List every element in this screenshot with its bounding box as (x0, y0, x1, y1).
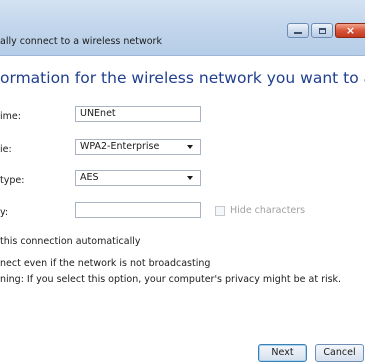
close-button[interactable]: × (335, 23, 365, 38)
maximize-button[interactable] (311, 23, 333, 38)
hide-characters-checkbox[interactable] (215, 205, 225, 216)
encryption-type-label: type: (0, 175, 25, 186)
minimize-button[interactable] (287, 23, 309, 38)
privacy-warning-text: ning: If you select this option, your co… (0, 274, 342, 285)
minimize-icon (294, 32, 302, 34)
start-automatically-option[interactable]: this connection automatically (0, 236, 140, 247)
security-type-select[interactable]: WPA2-Enterprise (75, 139, 201, 155)
cancel-button[interactable]: Cancel (315, 344, 364, 362)
security-type-value: WPA2-Enterprise (80, 141, 160, 152)
chevron-down-icon (187, 176, 193, 180)
encryption-type-value: AES (80, 172, 99, 183)
page-heading: ormation for the wireless network you wa… (0, 69, 365, 87)
wireless-network-dialog: ally connect to a wireless network × orm… (0, 0, 365, 363)
maximize-icon (318, 27, 326, 34)
window-controls: × (285, 23, 365, 38)
security-key-input[interactable] (75, 202, 201, 218)
window-title: ally connect to a wireless network (0, 36, 162, 47)
hide-characters-label: Hide characters (230, 205, 306, 216)
network-name-label: ime: (0, 111, 21, 122)
security-key-label: y: (0, 207, 9, 218)
chevron-down-icon (187, 145, 193, 149)
next-button[interactable]: Next (258, 344, 307, 362)
network-name-input[interactable]: UNEnet (75, 106, 201, 122)
title-bar: ally connect to a wireless network × (0, 0, 365, 56)
connect-hidden-network-option[interactable]: nect even if the network is not broadcas… (0, 258, 210, 269)
close-icon: × (345, 24, 356, 37)
encryption-type-select[interactable]: AES (75, 170, 201, 186)
hide-characters-option[interactable]: Hide characters (215, 205, 305, 216)
security-type-label: ie: (0, 144, 12, 155)
